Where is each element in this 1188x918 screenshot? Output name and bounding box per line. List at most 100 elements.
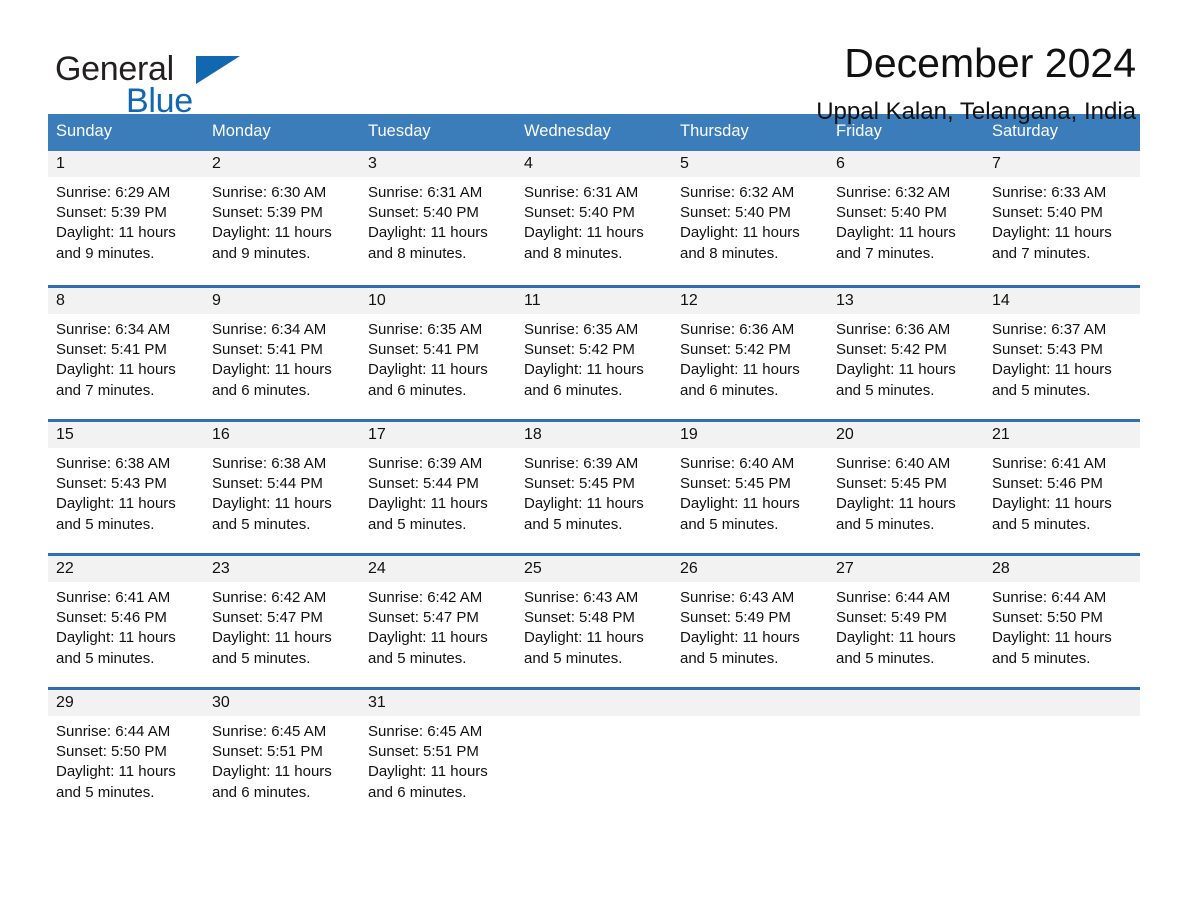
day-details: Sunrise: 6:34 AM Sunset: 5:41 PM Dayligh… bbox=[48, 314, 204, 401]
sunrise-text: Sunrise: 6:40 AM bbox=[836, 454, 951, 472]
day-number: 3 bbox=[360, 150, 516, 177]
sunset-text: Sunset: 5:40 PM bbox=[524, 204, 635, 222]
daylight-text: Daylight: 11 hours and 5 minutes. bbox=[212, 495, 332, 533]
day-cell[interactable]: 21 Sunrise: 6:41 AM Sunset: 5:46 PM Dayl… bbox=[984, 421, 1140, 544]
day-number: 22 bbox=[48, 555, 204, 582]
day-cell[interactable]: 15 Sunrise: 6:38 AM Sunset: 5:43 PM Dayl… bbox=[48, 421, 204, 544]
week-row: 15 Sunrise: 6:38 AM Sunset: 5:43 PM Dayl… bbox=[48, 418, 1140, 544]
daylight-text: Daylight: 11 hours and 5 minutes. bbox=[56, 763, 176, 801]
day-cell[interactable]: 8 Sunrise: 6:34 AM Sunset: 5:41 PM Dayli… bbox=[48, 287, 204, 410]
day-cell[interactable]: 24 Sunrise: 6:42 AM Sunset: 5:47 PM Dayl… bbox=[360, 555, 516, 678]
day-cell[interactable]: 7 Sunrise: 6:33 AM Sunset: 5:40 PM Dayli… bbox=[984, 150, 1140, 276]
day-number: 9 bbox=[204, 287, 360, 314]
generalblue-logo[interactable]: General Blue bbox=[48, 42, 298, 118]
day-number: 6 bbox=[828, 150, 984, 177]
day-cell[interactable]: 31 Sunrise: 6:45 AM Sunset: 5:51 PM Dayl… bbox=[360, 689, 516, 812]
day-cell[interactable]: 18 Sunrise: 6:39 AM Sunset: 5:45 PM Dayl… bbox=[516, 421, 672, 544]
day-number: 29 bbox=[48, 689, 204, 716]
daylight-text: Daylight: 11 hours and 5 minutes. bbox=[680, 629, 800, 667]
day-cell[interactable]: 10 Sunrise: 6:35 AM Sunset: 5:41 PM Dayl… bbox=[360, 287, 516, 410]
sunset-text: Sunset: 5:49 PM bbox=[836, 609, 947, 627]
day-cell-empty bbox=[984, 689, 1140, 812]
day-details: Sunrise: 6:43 AM Sunset: 5:48 PM Dayligh… bbox=[516, 582, 672, 669]
day-cell[interactable]: 16 Sunrise: 6:38 AM Sunset: 5:44 PM Dayl… bbox=[204, 421, 360, 544]
sunrise-text: Sunrise: 6:36 AM bbox=[680, 320, 795, 338]
day-details: Sunrise: 6:33 AM Sunset: 5:40 PM Dayligh… bbox=[984, 177, 1140, 264]
day-number bbox=[828, 689, 984, 716]
sunrise-text: Sunrise: 6:38 AM bbox=[212, 454, 327, 472]
day-cell[interactable]: 1 Sunrise: 6:29 AM Sunset: 5:39 PM Dayli… bbox=[48, 150, 204, 276]
sunrise-text: Sunrise: 6:38 AM bbox=[56, 454, 171, 472]
sunrise-text: Sunrise: 6:31 AM bbox=[524, 183, 639, 201]
daylight-text: Daylight: 11 hours and 8 minutes. bbox=[680, 224, 800, 262]
day-number: 18 bbox=[516, 421, 672, 448]
day-cell[interactable]: 27 Sunrise: 6:44 AM Sunset: 5:49 PM Dayl… bbox=[828, 555, 984, 678]
day-cell[interactable]: 23 Sunrise: 6:42 AM Sunset: 5:47 PM Dayl… bbox=[204, 555, 360, 678]
daylight-text: Daylight: 11 hours and 6 minutes. bbox=[212, 361, 332, 399]
day-cell[interactable]: 5 Sunrise: 6:32 AM Sunset: 5:40 PM Dayli… bbox=[672, 150, 828, 276]
daylight-text: Daylight: 11 hours and 9 minutes. bbox=[56, 224, 176, 262]
sunset-text: Sunset: 5:44 PM bbox=[368, 475, 479, 493]
day-cell[interactable]: 26 Sunrise: 6:43 AM Sunset: 5:49 PM Dayl… bbox=[672, 555, 828, 678]
day-number: 25 bbox=[516, 555, 672, 582]
calendar-page: General Blue December 2024 Uppal Kalan, … bbox=[0, 0, 1188, 918]
sunset-text: Sunset: 5:50 PM bbox=[992, 609, 1103, 627]
day-details: Sunrise: 6:34 AM Sunset: 5:41 PM Dayligh… bbox=[204, 314, 360, 401]
day-cell[interactable]: 11 Sunrise: 6:35 AM Sunset: 5:42 PM Dayl… bbox=[516, 287, 672, 410]
day-cell[interactable]: 9 Sunrise: 6:34 AM Sunset: 5:41 PM Dayli… bbox=[204, 287, 360, 410]
day-cell[interactable]: 17 Sunrise: 6:39 AM Sunset: 5:44 PM Dayl… bbox=[360, 421, 516, 544]
sunset-text: Sunset: 5:40 PM bbox=[368, 204, 479, 222]
page-title: December 2024 bbox=[844, 40, 1136, 86]
sunset-text: Sunset: 5:47 PM bbox=[368, 609, 479, 627]
triangle-icon bbox=[196, 56, 240, 84]
weekday-header-wednesday: Wednesday bbox=[524, 122, 611, 140]
day-cell[interactable]: 28 Sunrise: 6:44 AM Sunset: 5:50 PM Dayl… bbox=[984, 555, 1140, 678]
weekday-header-tuesday: Tuesday bbox=[368, 122, 431, 140]
day-number: 14 bbox=[984, 287, 1140, 314]
sunset-text: Sunset: 5:45 PM bbox=[836, 475, 947, 493]
daylight-text: Daylight: 11 hours and 8 minutes. bbox=[368, 224, 488, 262]
day-cell[interactable]: 20 Sunrise: 6:40 AM Sunset: 5:45 PM Dayl… bbox=[828, 421, 984, 544]
day-cell[interactable]: 25 Sunrise: 6:43 AM Sunset: 5:48 PM Dayl… bbox=[516, 555, 672, 678]
day-cell[interactable]: 13 Sunrise: 6:36 AM Sunset: 5:42 PM Dayl… bbox=[828, 287, 984, 410]
day-cell[interactable]: 22 Sunrise: 6:41 AM Sunset: 5:46 PM Dayl… bbox=[48, 555, 204, 678]
sunrise-text: Sunrise: 6:37 AM bbox=[992, 320, 1107, 338]
sunset-text: Sunset: 5:39 PM bbox=[56, 204, 167, 222]
week-row: 29 Sunrise: 6:44 AM Sunset: 5:50 PM Dayl… bbox=[48, 686, 1140, 812]
week-row: 8 Sunrise: 6:34 AM Sunset: 5:41 PM Dayli… bbox=[48, 284, 1140, 410]
weekday-header-saturday: Saturday bbox=[992, 122, 1059, 140]
day-cell[interactable]: 6 Sunrise: 6:32 AM Sunset: 5:40 PM Dayli… bbox=[828, 150, 984, 276]
sunset-text: Sunset: 5:51 PM bbox=[212, 743, 323, 761]
day-cell[interactable]: 3 Sunrise: 6:31 AM Sunset: 5:40 PM Dayli… bbox=[360, 150, 516, 276]
sunrise-text: Sunrise: 6:39 AM bbox=[368, 454, 483, 472]
daylight-text: Daylight: 11 hours and 5 minutes. bbox=[836, 629, 956, 667]
day-cell[interactable]: 29 Sunrise: 6:44 AM Sunset: 5:50 PM Dayl… bbox=[48, 689, 204, 812]
day-cell[interactable]: 19 Sunrise: 6:40 AM Sunset: 5:45 PM Dayl… bbox=[672, 421, 828, 544]
sunset-text: Sunset: 5:39 PM bbox=[212, 204, 323, 222]
day-details: Sunrise: 6:45 AM Sunset: 5:51 PM Dayligh… bbox=[360, 716, 516, 803]
day-number: 13 bbox=[828, 287, 984, 314]
day-cell[interactable]: 30 Sunrise: 6:45 AM Sunset: 5:51 PM Dayl… bbox=[204, 689, 360, 812]
logo-text-blue: Blue bbox=[126, 82, 193, 120]
day-cell[interactable]: 14 Sunrise: 6:37 AM Sunset: 5:43 PM Dayl… bbox=[984, 287, 1140, 410]
day-details: Sunrise: 6:30 AM Sunset: 5:39 PM Dayligh… bbox=[204, 177, 360, 264]
day-number: 11 bbox=[516, 287, 672, 314]
sunrise-text: Sunrise: 6:35 AM bbox=[368, 320, 483, 338]
day-cell[interactable]: 12 Sunrise: 6:36 AM Sunset: 5:42 PM Dayl… bbox=[672, 287, 828, 410]
sunrise-text: Sunrise: 6:30 AM bbox=[212, 183, 327, 201]
day-number: 15 bbox=[48, 421, 204, 448]
sunrise-text: Sunrise: 6:42 AM bbox=[212, 588, 327, 606]
sunset-text: Sunset: 5:41 PM bbox=[368, 341, 479, 359]
day-number: 1 bbox=[48, 150, 204, 177]
sunrise-text: Sunrise: 6:43 AM bbox=[524, 588, 639, 606]
day-number: 24 bbox=[360, 555, 516, 582]
day-cell[interactable]: 2 Sunrise: 6:30 AM Sunset: 5:39 PM Dayli… bbox=[204, 150, 360, 276]
daylight-text: Daylight: 11 hours and 5 minutes. bbox=[56, 495, 176, 533]
day-number: 31 bbox=[360, 689, 516, 716]
day-cell[interactable]: 4 Sunrise: 6:31 AM Sunset: 5:40 PM Dayli… bbox=[516, 150, 672, 276]
day-details: Sunrise: 6:31 AM Sunset: 5:40 PM Dayligh… bbox=[360, 177, 516, 264]
sunrise-text: Sunrise: 6:45 AM bbox=[212, 722, 327, 740]
sunset-text: Sunset: 5:51 PM bbox=[368, 743, 479, 761]
weekday-header-row: Sunday Monday Tuesday Wednesday Thursday… bbox=[48, 114, 1140, 151]
day-details: Sunrise: 6:38 AM Sunset: 5:44 PM Dayligh… bbox=[204, 448, 360, 535]
